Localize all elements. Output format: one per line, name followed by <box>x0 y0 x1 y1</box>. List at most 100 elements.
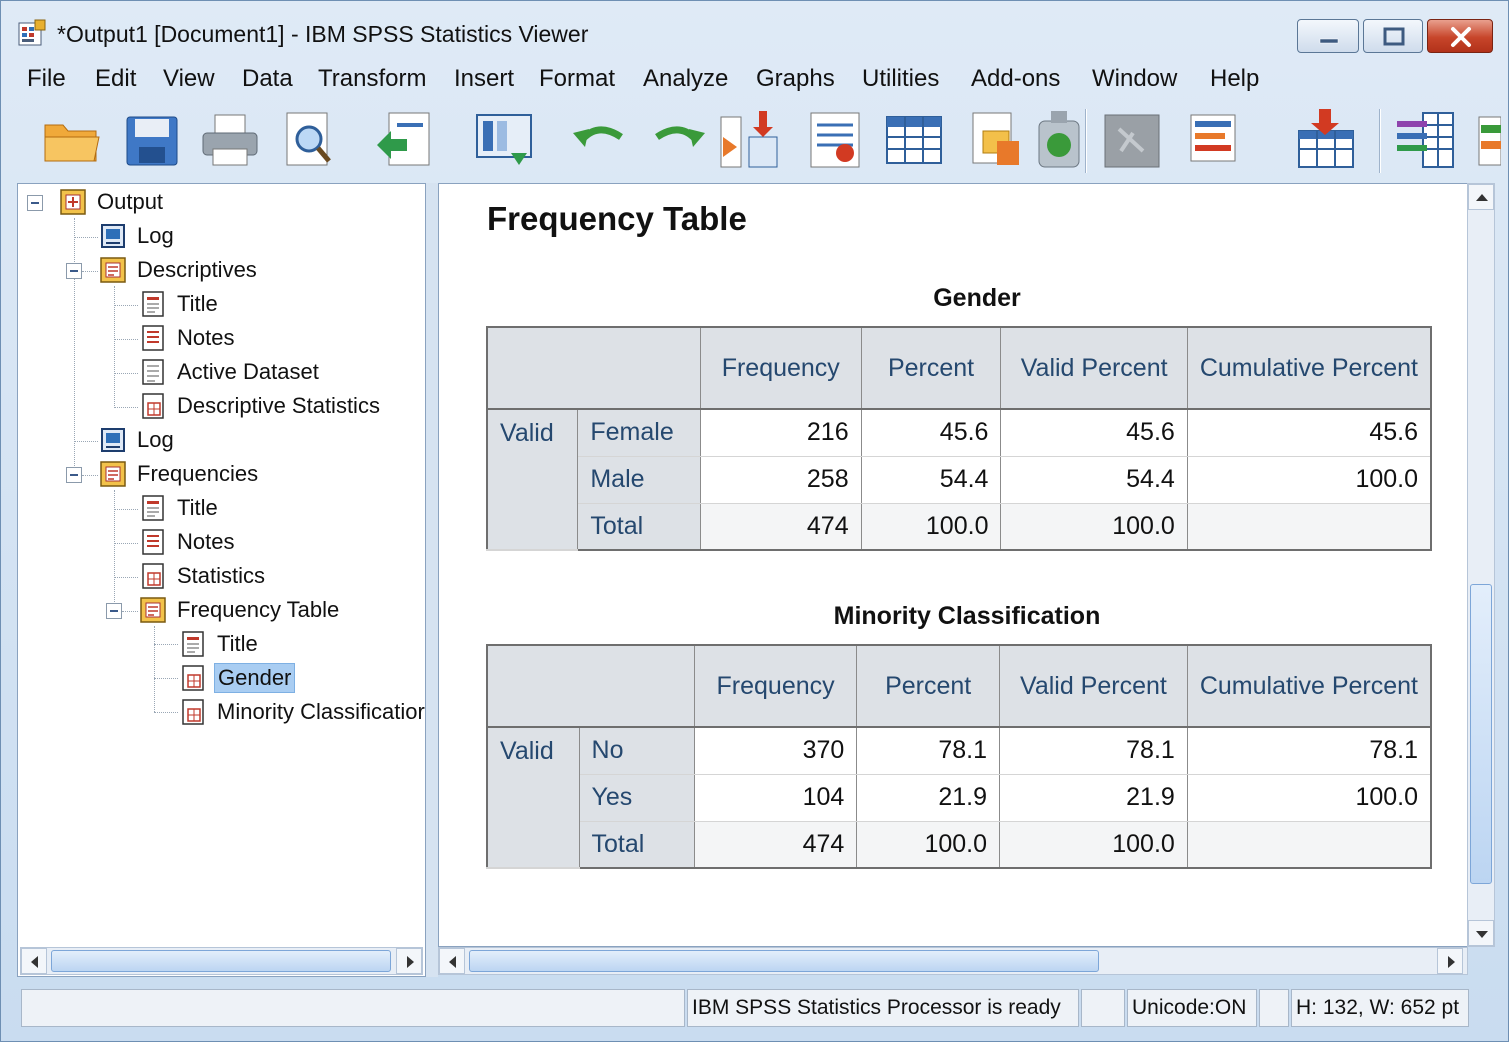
close-icon <box>1451 27 1471 47</box>
spss-viewer-window: *Output1 [Document1] - IBM SPSS Statisti… <box>0 0 1509 1042</box>
scroll-left-icon <box>31 956 38 968</box>
cumulative-percent-cell <box>1186 502 1432 551</box>
designate-window-icon[interactable] <box>1027 107 1093 173</box>
scroll-up-arrow[interactable] <box>1468 184 1494 210</box>
menu-insert[interactable]: Insert <box>454 65 514 93</box>
redo-icon[interactable] <box>645 107 711 173</box>
open-folder-icon[interactable] <box>39 107 105 173</box>
content-vertical-scrollbar[interactable] <box>1467 183 1495 947</box>
percent-cell: 54.4 <box>860 455 1002 504</box>
window-title: *Output1 [Document1] - IBM SPSS Statisti… <box>57 21 589 47</box>
pane-splitter[interactable] <box>426 183 438 977</box>
scroll-down-arrow[interactable] <box>1468 920 1494 946</box>
tree-item-descriptive-statistics[interactable]: Descriptive Statistics <box>138 390 383 422</box>
tree-label: Active Dataset <box>177 359 319 384</box>
tree-item-notes[interactable]: Notes <box>138 526 237 558</box>
content-horizontal-scrollbar[interactable] <box>438 947 1468 975</box>
content-vscroll-thumb[interactable] <box>1470 584 1492 884</box>
print-preview-icon[interactable] <box>277 107 343 173</box>
column-header: Percent <box>860 326 1002 410</box>
minimize-button[interactable] <box>1297 19 1359 53</box>
collapse-toggle-descriptives[interactable] <box>66 263 82 279</box>
cumulative-percent-cell: 100.0 <box>1186 773 1432 822</box>
data-table-icon[interactable] <box>881 107 947 173</box>
collapse-toggle-frequency-table[interactable] <box>106 603 122 619</box>
menu-utilities[interactable]: Utilities <box>862 65 939 93</box>
tree-horizontal-scrollbar[interactable] <box>20 947 423 975</box>
syntax-icon[interactable] <box>1183 107 1249 173</box>
tree-item-log[interactable]: Log <box>98 424 177 456</box>
scroll-left-arrow[interactable] <box>439 948 465 974</box>
variable-list-icon[interactable] <box>1393 107 1459 173</box>
content-hscroll-thumb[interactable] <box>469 950 1099 972</box>
menu-bar: File Edit View Data Transform Insert For… <box>1 63 1509 99</box>
table-header-row: Frequency Percent Valid Percent Cumulati… <box>486 326 1432 410</box>
tree-item-notes[interactable]: Notes <box>138 322 237 354</box>
notes-page-icon <box>142 325 164 351</box>
scroll-right-arrow[interactable] <box>396 948 422 974</box>
menu-window[interactable]: Window <box>1092 65 1177 93</box>
row-label: Total <box>577 502 701 551</box>
tree-item-log[interactable]: Log <box>98 220 177 252</box>
spss-app-icon <box>18 19 46 46</box>
close-button[interactable] <box>1427 19 1493 53</box>
tree-item-output[interactable]: Output <box>58 186 166 218</box>
cumulative-percent-cell: 45.6 <box>1186 408 1432 457</box>
find-icon[interactable] <box>963 107 1029 173</box>
table-page-icon <box>182 665 204 691</box>
table-caption: Gender <box>933 284 1021 312</box>
menu-add-ons[interactable]: Add-ons <box>971 65 1060 93</box>
collapse-toggle-output[interactable] <box>27 195 43 211</box>
frequency-table-minority-classification[interactable]: Frequency Percent Valid Percent Cumulati… <box>486 644 1432 869</box>
group-label: Valid <box>486 408 579 551</box>
tree-item-statistics[interactable]: Statistics <box>138 560 268 592</box>
more-icon[interactable] <box>1471 107 1501 173</box>
tree-item-frequency-table[interactable]: Frequency Table <box>138 594 342 626</box>
column-header: Percent <box>856 644 1001 728</box>
collapse-toggle-frequencies[interactable] <box>66 467 82 483</box>
menu-help[interactable]: Help <box>1210 65 1259 93</box>
export-icon[interactable] <box>371 107 437 173</box>
table-total-row: Total 474 100.0 100.0 <box>487 820 1432 869</box>
percent-cell: 21.9 <box>856 773 1001 822</box>
row-label: Female <box>577 408 701 457</box>
insert-variable-icon[interactable] <box>803 107 869 173</box>
frequency-table-gender[interactable]: Frequency Percent Valid Percent Cumulati… <box>486 326 1432 551</box>
save-icon[interactable] <box>119 107 185 173</box>
scroll-right-arrow[interactable] <box>1437 948 1463 974</box>
tree-item-active-dataset[interactable]: Active Dataset <box>138 356 322 388</box>
menu-file[interactable]: File <box>27 65 66 93</box>
maximize-button[interactable] <box>1363 19 1423 53</box>
menu-edit[interactable]: Edit <box>95 65 136 93</box>
menu-data[interactable]: Data <box>242 65 293 93</box>
tree-item-frequencies[interactable]: Frequencies <box>98 458 261 490</box>
tree-item-descriptives[interactable]: Descriptives <box>98 254 260 286</box>
undo-icon[interactable] <box>567 107 633 173</box>
scroll-left-arrow[interactable] <box>21 948 47 974</box>
goto-case-icon[interactable] <box>715 107 781 173</box>
tree-item-minority-classification[interactable]: Minority Classificatior <box>178 696 425 728</box>
menu-analyze[interactable]: Analyze <box>643 65 728 93</box>
tree-item-title[interactable]: Title <box>138 492 221 524</box>
tree-item-title[interactable]: Title <box>138 288 221 320</box>
menu-graphs[interactable]: Graphs <box>756 65 835 93</box>
menu-transform[interactable]: Transform <box>318 65 426 93</box>
import-data-icon[interactable] <box>1293 107 1359 173</box>
title-bar: *Output1 [Document1] - IBM SPSS Statisti… <box>1 1 1509 63</box>
show-hide-icon[interactable] <box>1099 107 1165 173</box>
tree-item-title[interactable]: Title <box>178 628 261 660</box>
table-row: Yes 104 21.9 21.9 100.0 <box>487 773 1432 822</box>
menu-format[interactable]: Format <box>539 65 615 93</box>
go-to-data-icon[interactable] <box>471 107 537 173</box>
tree-label: Output <box>97 189 164 214</box>
group-label: Valid <box>486 726 580 869</box>
print-icon[interactable] <box>197 107 263 173</box>
column-header: Frequency <box>693 644 858 728</box>
table-row: Valid Female 216 45.6 45.6 45.6 <box>486 408 1432 551</box>
valid-percent-cell: 54.4 <box>1000 455 1188 504</box>
table-page-icon <box>142 393 164 419</box>
menu-view[interactable]: View <box>163 65 215 93</box>
tree-scroll-thumb[interactable] <box>51 950 391 972</box>
tree-item-gender[interactable]: Gender <box>178 662 296 694</box>
valid-percent-cell: 100.0 <box>1000 502 1188 551</box>
